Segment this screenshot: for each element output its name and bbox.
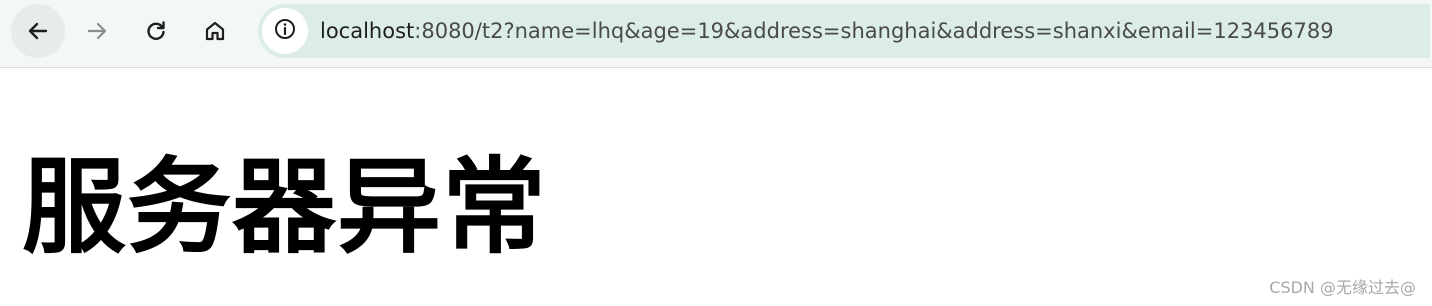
forward-button[interactable]	[70, 4, 124, 58]
home-icon	[203, 19, 227, 43]
address-bar[interactable]: localhost:8080/t2?name=lhq&age=19&addres…	[258, 4, 1430, 58]
url-host: localhost	[320, 19, 415, 43]
home-button[interactable]	[188, 4, 242, 58]
url-path-query: :8080/t2?name=lhq&age=19&address=shangha…	[414, 19, 1334, 43]
site-info-button[interactable]	[262, 8, 308, 54]
url-text[interactable]: localhost:8080/t2?name=lhq&age=19&addres…	[320, 19, 1334, 43]
back-button[interactable]	[11, 4, 65, 58]
reload-button[interactable]	[129, 4, 183, 58]
browser-toolbar: localhost:8080/t2?name=lhq&age=19&addres…	[0, 0, 1432, 68]
arrow-left-icon	[26, 19, 50, 43]
reload-icon	[144, 19, 168, 43]
page-heading: 服务器异常	[22, 146, 548, 268]
info-icon	[273, 17, 297, 45]
watermark: CSDN @无缘过去@	[1269, 278, 1416, 297]
arrow-right-icon	[85, 19, 109, 43]
